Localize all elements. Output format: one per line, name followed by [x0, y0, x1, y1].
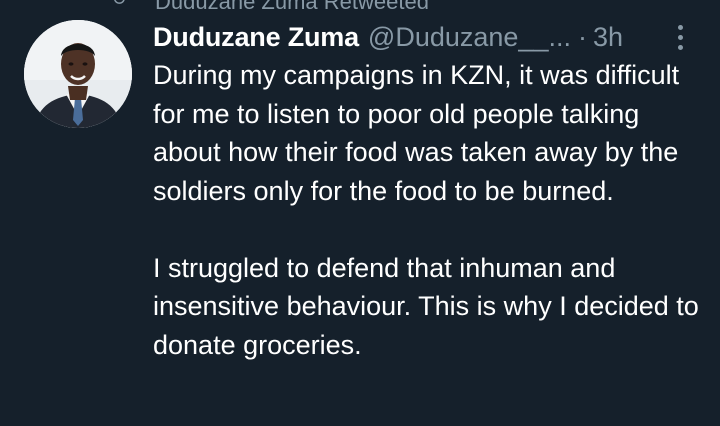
tweet-paragraph-2: I struggled to defend that inhuman and i… — [153, 252, 699, 360]
tweet-header: Duduzane Zuma @Duduzane__... · 3h — [153, 19, 623, 55]
tweet-paragraph-1: During my campaigns in KZN, it was diffi… — [153, 60, 680, 206]
tweet-text: During my campaigns in KZN, it was diffi… — [153, 56, 713, 364]
retweet-label[interactable]: Duduzane Zuma Retweeted — [155, 0, 429, 10]
author-handle[interactable]: @Duduzane__... — [368, 22, 571, 53]
author-name[interactable]: Duduzane Zuma — [153, 22, 359, 53]
avatar[interactable] — [24, 20, 132, 128]
vertical-ellipsis-icon[interactable] — [672, 24, 690, 52]
separator-dot: · — [577, 21, 587, 52]
retweet-context: ↺ Duduzane Zuma Retweeted — [0, 0, 720, 10]
profile-photo — [24, 20, 132, 128]
retweet-icon: ↺ — [112, 0, 134, 8]
tweet-timestamp[interactable]: 3h — [593, 22, 623, 53]
